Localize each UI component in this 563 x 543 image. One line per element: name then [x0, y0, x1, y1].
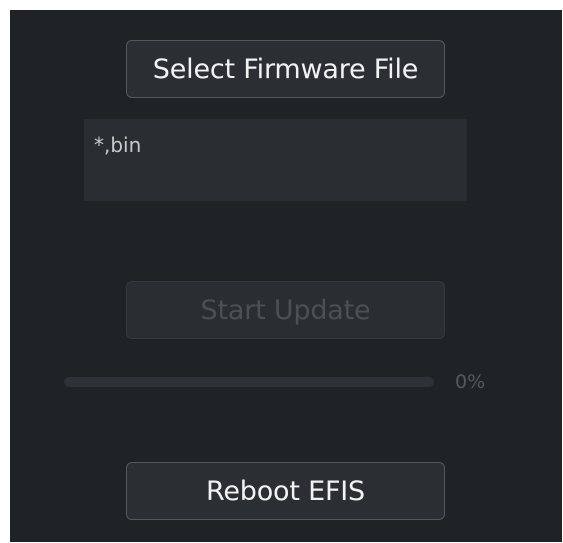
firmware-file-field[interactable]: *,bin — [84, 119, 467, 201]
update-progress-percent: 0% — [455, 371, 486, 393]
start-update-button[interactable]: Start Update — [126, 281, 445, 339]
update-progress-bar — [64, 377, 434, 387]
reboot-efis-button[interactable]: Reboot EFIS — [126, 462, 445, 520]
file-filter-text: *,bin — [94, 133, 142, 157]
select-firmware-file-button[interactable]: Select Firmware File — [126, 40, 445, 98]
